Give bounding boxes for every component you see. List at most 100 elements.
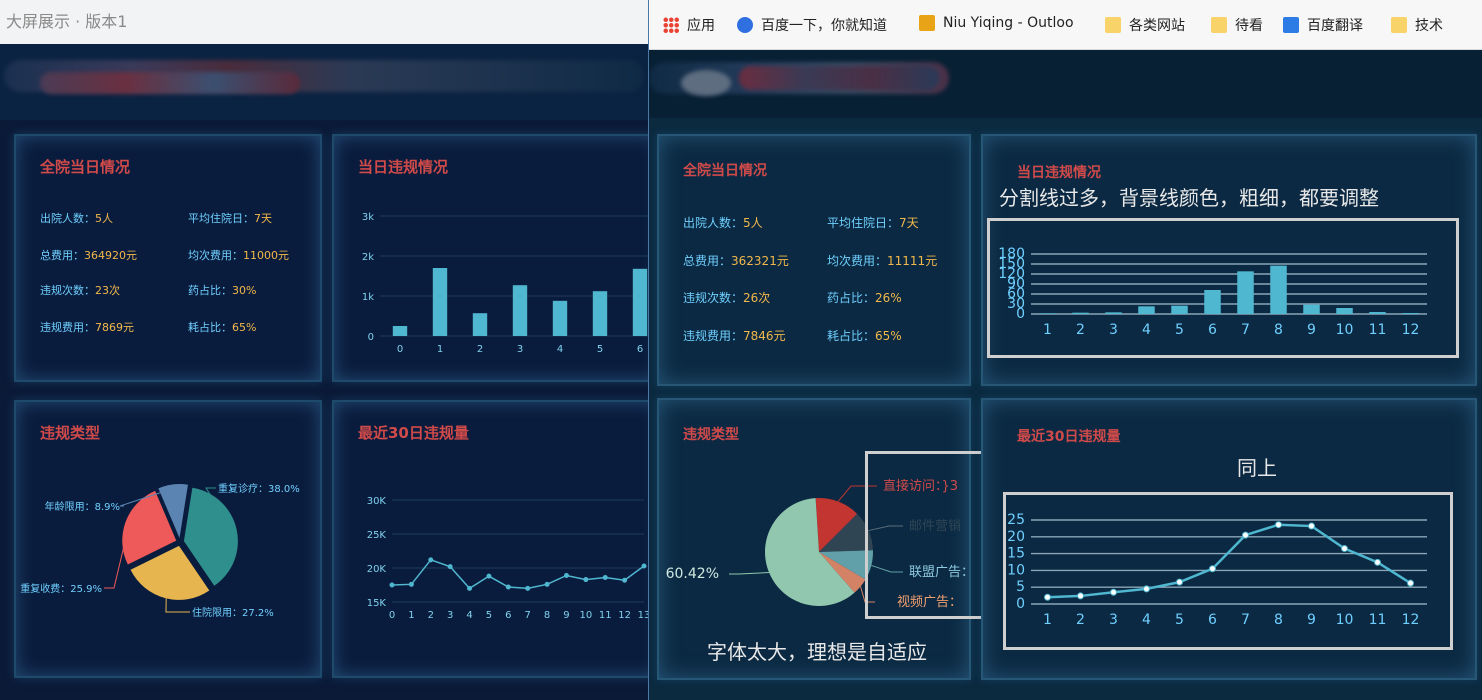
- x-tick-label: 6: [505, 610, 511, 621]
- y-tick-label: 180: [998, 246, 1025, 262]
- bookmark-label: 百度翻译: [1307, 18, 1363, 34]
- bar: [1237, 271, 1254, 314]
- x-tick-label: 7: [525, 610, 531, 621]
- x-tick-label: 1: [1043, 612, 1052, 628]
- bookmark-baidu[interactable]: 百度一下，你就知道: [737, 15, 887, 35]
- data-point: [1044, 593, 1051, 601]
- x-tick-label: 3: [447, 610, 453, 621]
- x-tick-label: 5: [486, 610, 492, 621]
- bookmark-label: 百度一下，你就知道: [761, 18, 887, 34]
- data-point: [563, 572, 569, 578]
- bar: [1039, 313, 1056, 314]
- data-point: [1242, 531, 1249, 539]
- x-tick-label: 4: [557, 344, 563, 355]
- bookmark-folder-later[interactable]: 待看: [1211, 15, 1263, 35]
- data-point: [602, 575, 608, 581]
- data-point: [505, 584, 511, 590]
- bar: [1303, 304, 1320, 314]
- bar: [1204, 290, 1221, 314]
- data-point: [1341, 545, 1348, 553]
- stat-total-cost: 总费用：364920元: [40, 249, 137, 262]
- overview-panel: 全院当日情况 出院人数：5人 平均住院日：7天 总费用：364920元 均次费用…: [14, 134, 322, 382]
- bar: [632, 268, 648, 336]
- bookmark-folder-tech[interactable]: 技术: [1391, 15, 1443, 35]
- x-tick-label: 12: [1402, 612, 1420, 628]
- x-tick-label: 0: [389, 610, 395, 621]
- left-window: 大屏展示 · 版本1 全院当日情况 出院人数：5人 平均住院日：7天 总费用：3…: [0, 0, 648, 700]
- dashboard-header-blurred: [0, 44, 648, 120]
- recent30-line-chart: 05101520251 2 3 4 5 6 7 8 9 10 11 12: [1007, 512, 1427, 628]
- right-window: 应用 百度一下，你就知道 Niu Yiqing - Outloo 各类网站 待看…: [648, 0, 1482, 700]
- stat-violation-cost: 违规费用：7846元: [683, 329, 786, 343]
- dashboard-header-blurred: [649, 50, 1482, 118]
- slice-label: 年龄限用：8.9%: [45, 500, 120, 513]
- bookmark-label: 应用: [687, 18, 715, 34]
- stat-consumable-ratio: 耗占比：65%: [188, 321, 257, 334]
- x-tick-label: 1: [1043, 322, 1052, 338]
- stat-avg-cost: 均次费用：11111元: [827, 254, 938, 268]
- x-tick-label: 6: [1208, 612, 1217, 628]
- slice-label: 重复收费：25.9%: [20, 582, 102, 595]
- y-tick-label: 0: [1016, 596, 1025, 612]
- stat-drug-ratio: 药占比：26%: [827, 291, 902, 305]
- bookmark-label: 待看: [1235, 18, 1263, 34]
- violation-type-pie-chart: 重复诊疗：38.0% 住院限用：27.2% 重复收费：25.9% 年龄限用：8.9%: [20, 482, 300, 619]
- violation-today-bar-chart: 0 1k 2k 3k 0 1 2 3 4 5 6: [362, 212, 648, 355]
- x-tick-label: 9: [1307, 612, 1316, 628]
- stat-violation-count: 违规次数：23次: [40, 284, 120, 297]
- x-tick-label: 1: [437, 344, 443, 355]
- bar: [552, 300, 568, 336]
- bookmarks-bar: 应用 百度一下，你就知道 Niu Yiqing - Outloo 各类网站 待看…: [649, 0, 1482, 50]
- data-point: [1077, 592, 1084, 600]
- x-tick-label: 9: [563, 610, 569, 621]
- bookmark-folder-sites[interactable]: 各类网站: [1105, 15, 1185, 35]
- x-tick-label: 2: [1076, 612, 1085, 628]
- data-point: [1143, 585, 1150, 593]
- stat-avg-stay: 平均住院日：7天: [827, 216, 919, 230]
- violation-today-panel: 当日违规情况 分割线过多，背景线颜色，粗细，都要调整 0 30 60 90 120 150…: [981, 134, 1477, 386]
- overview-title: 全院当日情况: [40, 158, 131, 176]
- y-tick-label: 1k: [362, 292, 374, 303]
- violation-today-panel: 当日违规情况 0 1k 2k 3k 0 1 2 3 4 5 6: [332, 134, 648, 382]
- stat-total-cost: 总费用：362321元: [683, 254, 789, 268]
- x-tick-label: 10: [579, 610, 592, 621]
- y-tick-label: 3k: [362, 212, 374, 223]
- y-tick-label: 15: [1007, 546, 1025, 562]
- y-tick-label: 10: [1007, 562, 1025, 578]
- bookmark-apps[interactable]: 应用: [663, 15, 715, 35]
- data-point: [1407, 579, 1414, 587]
- bar: [472, 313, 488, 336]
- x-tick-label: 8: [1274, 612, 1283, 628]
- recent30-panel: 最近30日违规量 15K 20K 25K 30K 0 1 2 3 4 5 6 7 8 9 10 11 12 13: [332, 400, 648, 678]
- outlook-icon: [919, 15, 935, 31]
- x-tick-label: 4: [466, 610, 472, 621]
- violation-type-panel: 违规类型 直接访问：}3 邮件营销 联盟广告： 视频广告： 60.42% 字体太大，理想…: [657, 398, 985, 680]
- window-title: 大屏展示 · 版本1: [0, 0, 648, 44]
- slice-label: 重复诊疗：38.0%: [218, 482, 300, 495]
- stat-discharged: 出院人数：5人: [683, 216, 763, 230]
- bar: [432, 268, 448, 336]
- data-point: [641, 563, 647, 569]
- overview-title: 全院当日情况: [683, 163, 767, 179]
- stat-avg-stay: 平均住院日：7天: [188, 212, 272, 225]
- y-tick-label: 25: [1007, 512, 1025, 528]
- bookmark-fanyi[interactable]: 百度翻译: [1283, 15, 1363, 35]
- x-tick-label: 8: [1274, 322, 1283, 338]
- x-tick-label: 6: [1208, 322, 1217, 338]
- bar: [1171, 305, 1188, 314]
- y-tick-label: 5: [1016, 579, 1025, 595]
- data-point: [1308, 522, 1315, 530]
- stat-drug-ratio: 药占比：30%: [188, 284, 257, 297]
- bookmark-label: 各类网站: [1129, 18, 1185, 34]
- apps-grid-icon: [663, 17, 679, 33]
- bookmark-outlook[interactable]: Niu Yiqing - Outloo: [919, 15, 1074, 31]
- x-tick-label: 10: [1336, 612, 1354, 628]
- x-tick-label: 5: [1175, 612, 1184, 628]
- x-tick-label: 1: [408, 610, 414, 621]
- data-point: [408, 581, 414, 587]
- data-point: [1176, 578, 1183, 586]
- x-tick-label: 12: [618, 610, 631, 621]
- x-tick-label: 4: [1142, 612, 1151, 628]
- bar: [1105, 312, 1122, 314]
- x-tick-label: 3: [1109, 612, 1118, 628]
